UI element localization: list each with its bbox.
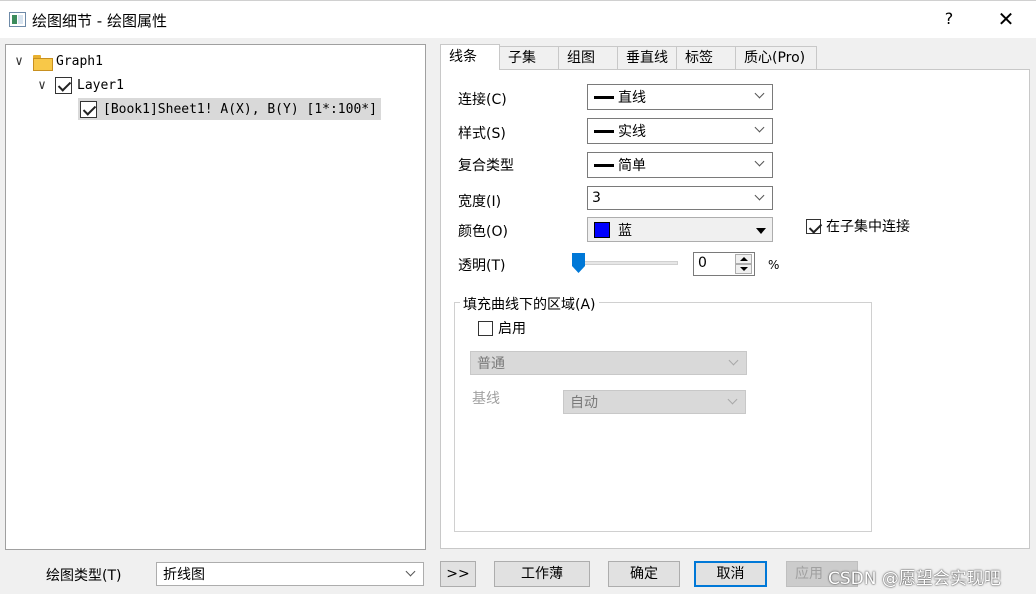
chevron-down-icon	[728, 356, 740, 368]
style-label: 样式(S)	[458, 126, 506, 142]
window-title: 绘图细节 - 绘图属性	[32, 12, 167, 30]
line-sample-icon	[594, 129, 614, 133]
tab-subset[interactable]: 子集	[499, 46, 559, 70]
color-select[interactable]: 蓝	[587, 217, 773, 242]
close-button[interactable]: ✕	[993, 7, 1019, 33]
connect-value: 直线	[618, 90, 646, 106]
chevron-down-icon[interactable]: ∨	[35, 78, 49, 93]
chevron-down-icon	[754, 123, 766, 135]
fill-mode-value: 普通	[477, 356, 505, 372]
style-value: 实线	[618, 124, 646, 140]
baseline-label: 基线	[472, 391, 500, 407]
plot-type-label: 绘图类型(T)	[46, 568, 122, 584]
layer-checkbox[interactable]	[55, 76, 72, 94]
tree-item-plot[interactable]: [Book1]Sheet1! A(X), B(Y) [1*:100*]	[78, 98, 381, 120]
line-sample-icon	[594, 163, 614, 167]
baseline-select[interactable]: 自动	[563, 390, 746, 414]
line-sample-icon	[594, 95, 614, 99]
color-label: 颜色(O)	[458, 224, 508, 240]
chevron-down-icon	[754, 191, 766, 203]
cancel-button[interactable]: 取消	[694, 561, 767, 587]
fill-enable-label: 启用	[498, 321, 526, 337]
fill-mode-select[interactable]: 普通	[470, 351, 747, 375]
composite-label: 复合类型	[458, 158, 514, 174]
chevron-down-icon[interactable]: ∨	[12, 54, 26, 69]
style-select[interactable]: 实线	[587, 118, 773, 144]
composite-value: 简单	[618, 158, 646, 174]
ok-button[interactable]: 确定	[608, 561, 680, 587]
transparency-slider-track[interactable]	[574, 261, 678, 265]
transparency-unit: %	[768, 258, 780, 272]
app-icon	[9, 12, 26, 27]
spin-down-icon[interactable]	[735, 264, 752, 274]
fill-enable-checkbox[interactable]	[478, 320, 493, 336]
color-value: 蓝	[618, 222, 632, 239]
dropdown-arrow-icon	[756, 228, 766, 234]
tab-drop-lines[interactable]: 垂直线	[617, 46, 677, 70]
width-value: 3	[592, 190, 601, 206]
color-swatch	[594, 221, 610, 238]
baseline-value: 自动	[570, 395, 598, 411]
fill-group-title: 填充曲线下的区域(A)	[460, 294, 599, 314]
help-button[interactable]: ?	[938, 9, 960, 28]
transparency-label: 透明(T)	[458, 258, 506, 274]
expand-button[interactable]: >>	[440, 561, 476, 587]
width-combobox[interactable]: 3	[587, 186, 773, 210]
connect-label: 连接(C)	[458, 92, 507, 108]
composite-select[interactable]: 简单	[587, 152, 773, 178]
title-bar: 绘图细节 - 绘图属性 ? ✕	[0, 0, 1036, 38]
width-label: 宽度(I)	[458, 194, 502, 210]
plot-type-select[interactable]: 折线图	[156, 562, 424, 586]
connect-in-subset-checkbox[interactable]	[806, 218, 821, 234]
tree-item-graph[interactable]: ∨ Graph1	[12, 50, 103, 72]
chevron-down-icon	[754, 157, 766, 169]
tab-group[interactable]: 组图	[558, 46, 618, 70]
fill-enable-toggle[interactable]: 启用	[478, 318, 526, 338]
chevron-down-icon	[727, 395, 739, 407]
tree-label-graph: Graph1	[56, 53, 103, 69]
workbook-button[interactable]: 工作薄	[494, 561, 590, 587]
tab-labels[interactable]: 标签	[676, 46, 736, 70]
plot-checkbox[interactable]	[80, 100, 97, 118]
tab-centroid[interactable]: 质心(Pro)	[735, 46, 817, 70]
chevron-down-icon	[754, 89, 766, 101]
folder-icon	[32, 54, 53, 71]
tab-line[interactable]: 线条	[440, 44, 500, 70]
transparency-spinbox[interactable]: 0	[693, 252, 755, 276]
plot-type-value: 折线图	[163, 567, 205, 583]
connect-in-subset-label: 在子集中连接	[826, 219, 910, 235]
tab-strip: 线条 子集 组图 垂直线 标签 质心(Pro)	[440, 44, 817, 70]
chevron-down-icon	[405, 567, 417, 579]
spin-up-icon[interactable]	[735, 254, 752, 264]
tree-label-plot: [Book1]Sheet1! A(X), B(Y) [1*:100*]	[103, 101, 377, 117]
plot-tree[interactable]: ∨ Graph1 ∨ Layer1 [Book1]Sheet1! A(X), B…	[5, 44, 426, 550]
watermark-text: CSDN @愿望会实现吧	[828, 569, 1001, 589]
transparency-value: 0	[698, 255, 707, 271]
connect-select[interactable]: 直线	[587, 84, 773, 110]
tree-item-layer[interactable]: ∨ Layer1	[35, 74, 124, 96]
tree-label-layer: Layer1	[77, 77, 124, 93]
connect-in-subset-toggle[interactable]: 在子集中连接	[806, 216, 910, 236]
